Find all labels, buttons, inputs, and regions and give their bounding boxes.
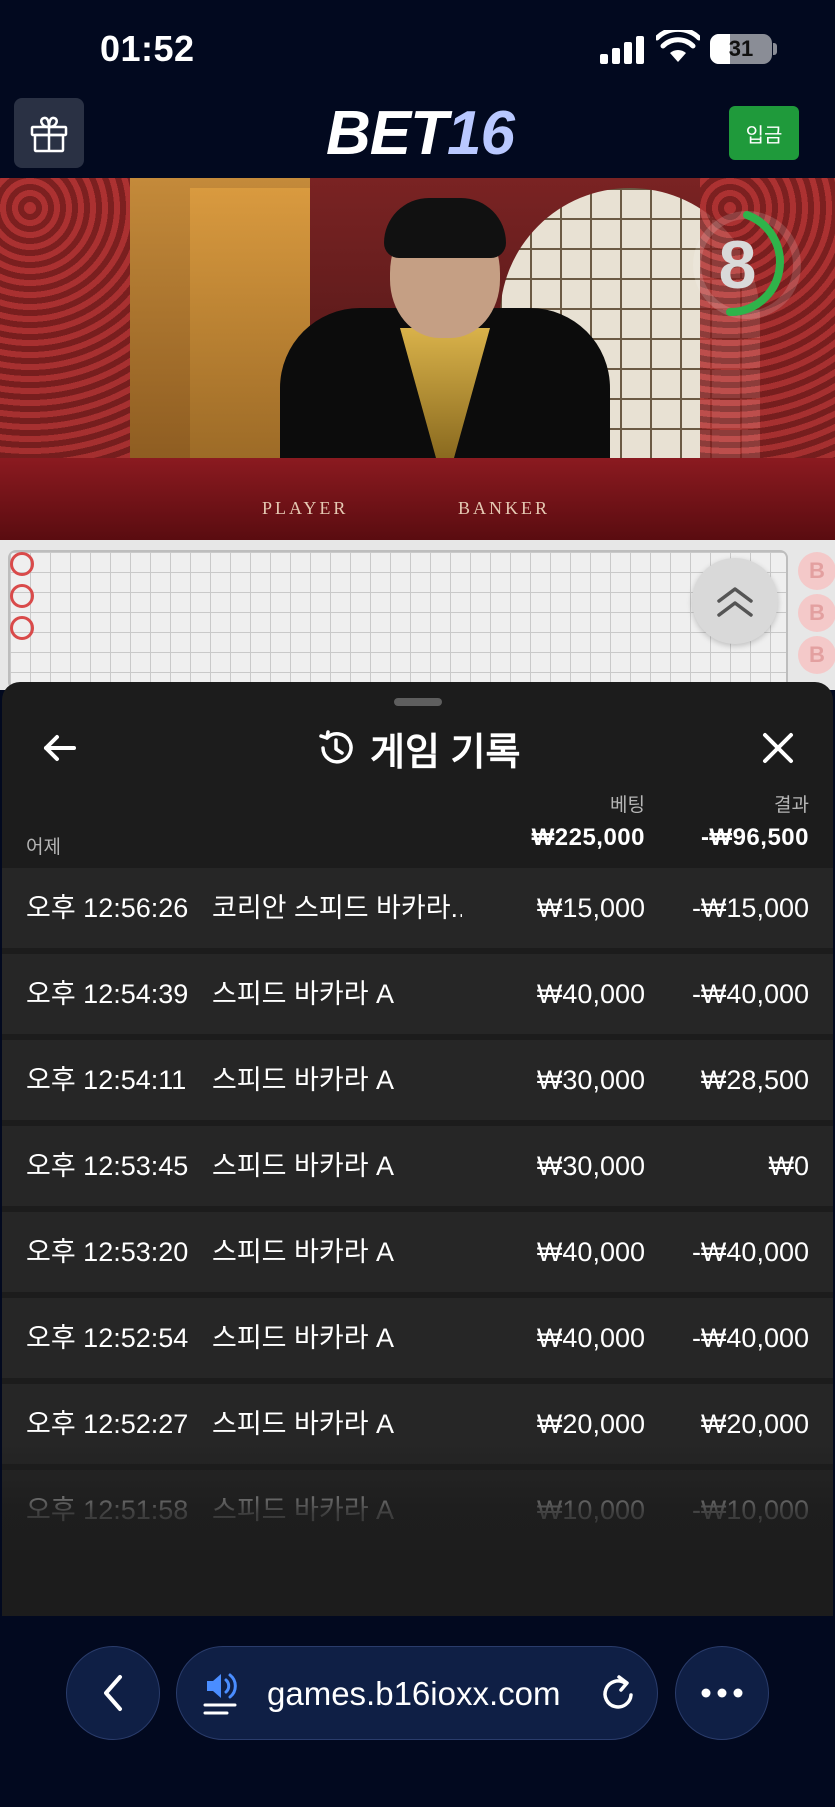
gift-icon <box>30 116 68 153</box>
scroll-up-button[interactable] <box>692 558 778 644</box>
row-bet: ₩20,000 <box>536 1409 645 1439</box>
road-mark <box>10 552 34 576</box>
row-bet: ₩40,000 <box>536 1323 645 1353</box>
brand-logo: BET16 <box>300 102 540 166</box>
row-result: -₩40,000 <box>691 1323 809 1353</box>
history-row[interactable]: 오후 12:54:11 스피드 바카라 A ₩30,000 ₩28,500 <box>2 1040 833 1120</box>
row-result: ₩20,000 <box>700 1409 809 1439</box>
countdown-seconds: 8 <box>718 227 757 303</box>
row-game: 스피드 바카라 A <box>212 1237 395 1267</box>
row-result: ₩0 <box>768 1151 810 1181</box>
sheet-title: 게임 기록 <box>316 722 520 774</box>
chevron-up-double-icon <box>717 587 753 617</box>
row-time: 오후 12:52:27 <box>26 1409 189 1439</box>
banker-area-label: BANKER <box>458 498 551 518</box>
app-header: BET16 입금 <box>0 98 835 178</box>
more-icon <box>701 1688 743 1698</box>
row-game: 스피드 바카라 A <box>212 1495 395 1525</box>
browser-back-button[interactable] <box>66 1646 160 1740</box>
total-bet: ₩225,000 <box>531 824 645 851</box>
gift-button[interactable] <box>14 98 84 168</box>
row-time: 오후 12:53:45 <box>26 1151 189 1181</box>
row-result: -₩40,000 <box>691 1237 809 1267</box>
day-label: 어제 <box>26 837 61 858</box>
road-marks <box>10 552 38 648</box>
row-time: 오후 12:52:54 <box>26 1323 189 1353</box>
bead-road-grid <box>8 550 788 690</box>
row-time: 오후 12:56:26 <box>26 893 189 923</box>
battery-icon: 31 <box>710 34 772 64</box>
history-icon <box>319 730 353 764</box>
wifi-icon <box>656 30 700 62</box>
status-time: 01:52 <box>100 28 195 69</box>
total-result: -₩96,500 <box>700 824 809 851</box>
deposit-button[interactable]: 입금 <box>729 106 799 160</box>
row-result: -₩40,000 <box>691 979 809 1009</box>
row-game: 스피드 바카라 A <box>212 1065 395 1095</box>
brand-logo-main: BET <box>326 99 448 168</box>
row-result: ₩28,500 <box>700 1065 809 1095</box>
game-history-sheet: 게임 기록 베팅 결과 어제 ₩225,000 -₩96,500 오후 12:5… <box>2 682 833 1617</box>
banker-mark: B <box>798 552 835 590</box>
column-header-result: 결과 <box>774 795 809 816</box>
back-button[interactable] <box>38 726 82 770</box>
history-row[interactable]: 오후 12:53:45 스피드 바카라 A ₩30,000 ₩0 <box>2 1126 833 1206</box>
history-row[interactable]: 오후 12:53:20 스피드 바카라 A ₩40,000 -₩40,000 <box>2 1212 833 1292</box>
baccarat-table <box>0 458 835 540</box>
battery-level: 31 <box>728 36 754 61</box>
row-result: -₩10,000 <box>691 1495 809 1525</box>
status-bar: 01:52 31 <box>0 0 835 98</box>
sheet-handle[interactable] <box>394 698 442 706</box>
wall-decoration <box>0 178 140 478</box>
address-bar[interactable]: games.b16ioxx.com <box>176 1646 658 1740</box>
column-header-bet: 베팅 <box>610 795 645 816</box>
row-game: 코리안 스피드 바카라... <box>212 893 462 923</box>
player-area-label: PLAYER <box>262 498 349 518</box>
row-time: 오후 12:54:11 <box>26 1065 187 1095</box>
row-time: 오후 12:51:58 <box>26 1495 189 1525</box>
history-row[interactable]: 오후 12:52:27 스피드 바카라 A ₩20,000 ₩20,000 <box>2 1384 833 1464</box>
banker-mark: B <box>798 636 835 674</box>
row-result: -₩15,000 <box>691 893 809 923</box>
url-text: games.b16ioxx.com <box>267 1675 561 1712</box>
history-row[interactable]: 오후 12:52:54 스피드 바카라 A ₩40,000 -₩40,000 <box>2 1298 833 1378</box>
row-game: 스피드 바카라 A <box>212 1323 395 1353</box>
row-bet: ₩30,000 <box>536 1151 645 1181</box>
live-video[interactable]: PLAYER BANKER 8 <box>0 178 835 540</box>
sheet-title-text: 게임 기록 <box>370 731 521 774</box>
cellular-signal-icon <box>600 34 644 64</box>
chevron-left-icon <box>104 1675 122 1711</box>
arrow-left-icon <box>44 735 76 761</box>
battery-tip <box>773 43 777 55</box>
close-icon <box>763 733 793 763</box>
banker-marks: B B B <box>798 552 835 678</box>
row-game: 스피드 바카라 A <box>212 979 395 1009</box>
banker-mark: B <box>798 594 835 632</box>
reload-icon[interactable] <box>597 1671 641 1717</box>
more-button[interactable] <box>675 1646 769 1740</box>
row-time: 오후 12:54:39 <box>26 979 189 1009</box>
row-game: 스피드 바카라 A <box>212 1151 395 1181</box>
brand-logo-num: 16 <box>447 99 515 168</box>
row-bet: ₩40,000 <box>536 1237 645 1267</box>
row-bet: ₩30,000 <box>536 1065 645 1095</box>
row-game: 스피드 바카라 A <box>212 1409 395 1439</box>
browser-toolbar: games.b16ioxx.com <box>0 1616 835 1807</box>
row-time: 오후 12:53:20 <box>26 1237 189 1267</box>
road-mark <box>10 616 34 640</box>
dealer <box>280 198 610 508</box>
close-button[interactable] <box>756 726 800 770</box>
speaker-icon[interactable] <box>203 1671 243 1717</box>
history-row[interactable]: 오후 12:54:39 스피드 바카라 A ₩40,000 -₩40,000 <box>2 954 833 1034</box>
history-row[interactable]: 오후 12:56:26 코리안 스피드 바카라... ₩15,000 -₩15,… <box>2 868 833 948</box>
history-row[interactable]: 오후 12:51:58 스피드 바카라 A ₩10,000 -₩10,000 <box>2 1470 833 1550</box>
row-bet: ₩40,000 <box>536 979 645 1009</box>
row-bet: ₩10,000 <box>536 1495 645 1525</box>
history-list: 오후 12:56:26 코리안 스피드 바카라... ₩15,000 -₩15,… <box>2 868 833 1556</box>
row-bet: ₩15,000 <box>536 893 645 923</box>
road-mark <box>10 584 34 608</box>
